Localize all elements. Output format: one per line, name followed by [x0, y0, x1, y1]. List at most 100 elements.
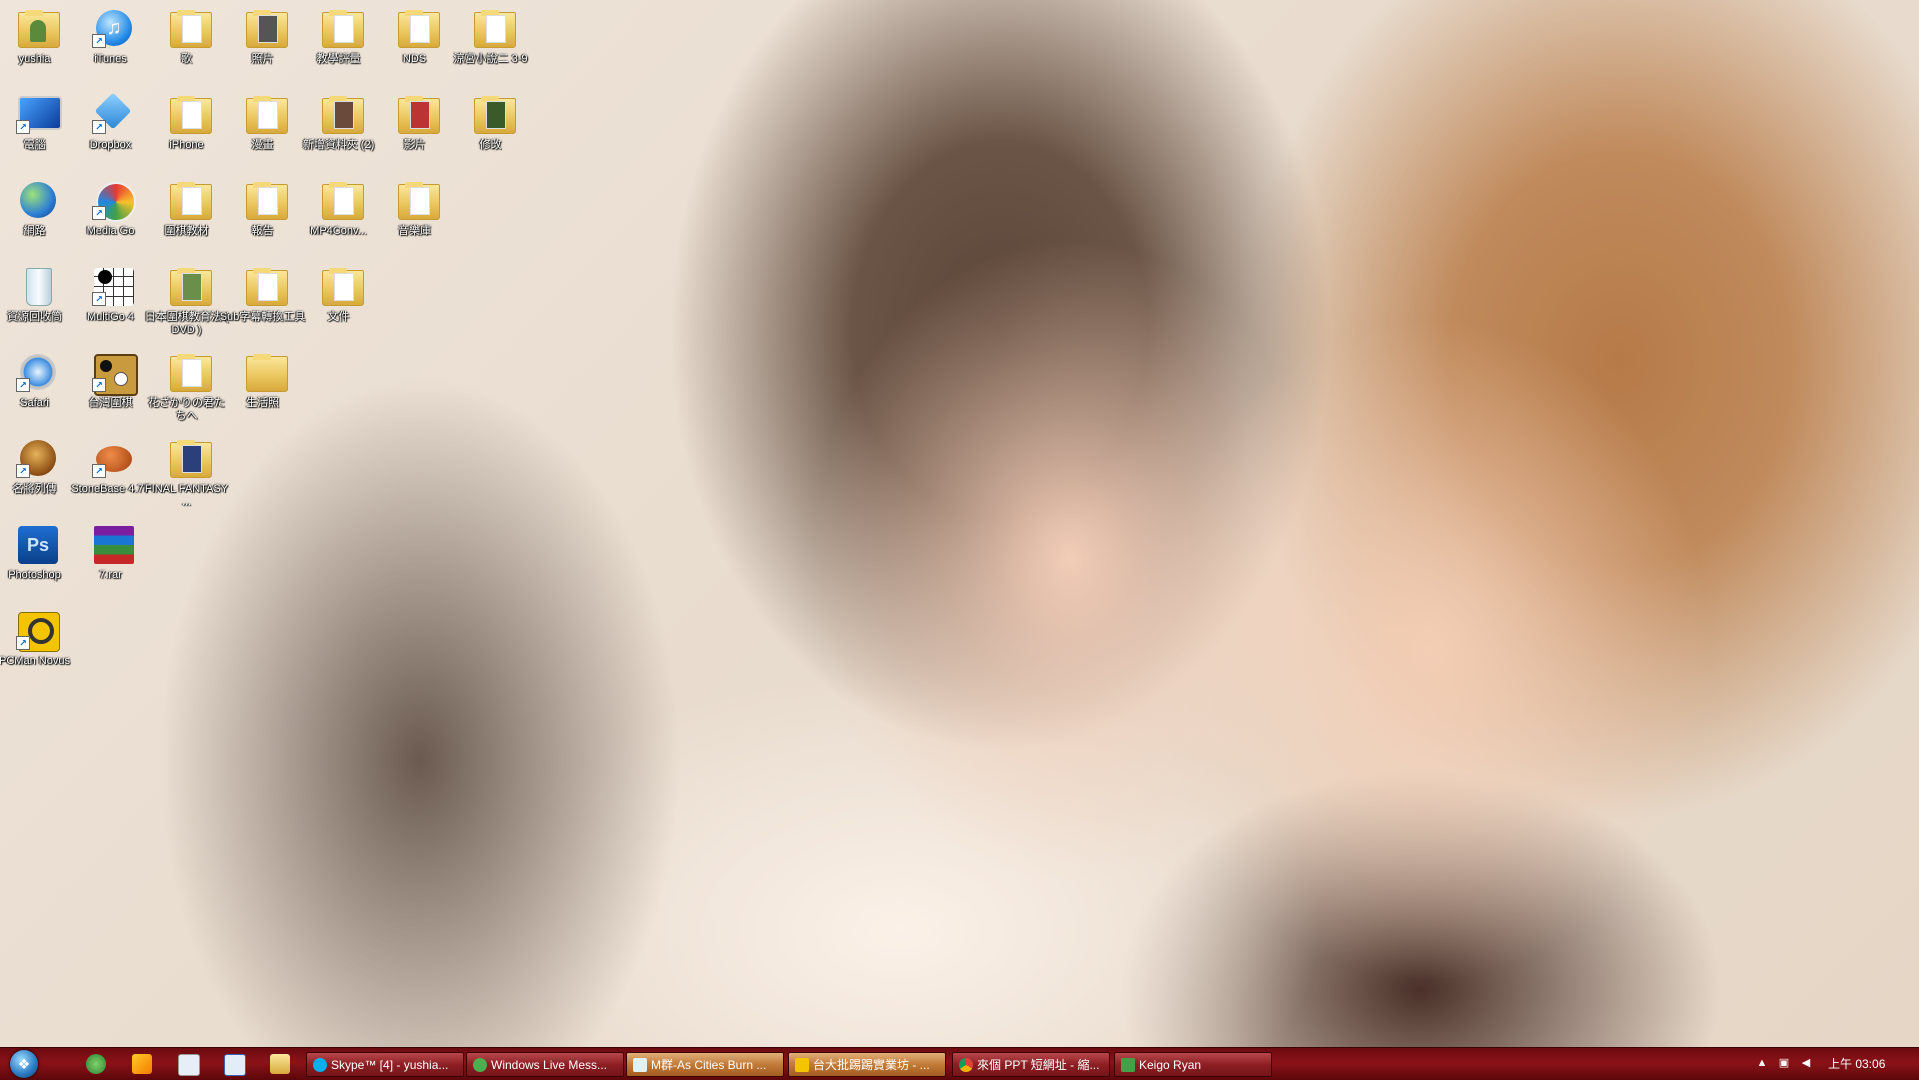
- user-folder-icon: [16, 8, 60, 48]
- desktop-icon-warrior-game[interactable]: ↗ 名將列傳: [2, 430, 74, 528]
- desktop-icon-label: 新增資料夾 (2): [302, 139, 375, 151]
- desktop-icon-folder[interactable]: 音樂庫: [382, 172, 454, 270]
- desktop-icon-media-go[interactable]: ↗ Media Go: [78, 172, 150, 270]
- desktop-icon-label: 圍棋教材: [164, 225, 209, 237]
- desktop-icon-label: Media Go: [86, 225, 135, 237]
- desktop-icon-label: 資源回收筒: [7, 311, 62, 323]
- desktop-icon-folder[interactable]: 圍棋教材: [154, 172, 226, 270]
- network-tray-icon[interactable]: ▣: [1777, 1056, 1791, 1070]
- media-go-icon: ↗: [92, 180, 136, 222]
- desktop-icon-folder[interactable]: 生活照: [230, 344, 302, 442]
- folder-icon: [320, 8, 364, 48]
- desktop-icon-label: 歌: [181, 53, 192, 65]
- taskbar-button-messenger[interactable]: Windows Live Mess...: [466, 1052, 624, 1077]
- folder-icon: [320, 94, 364, 134]
- task-label: Skype™ [4] - yushia...: [331, 1058, 449, 1072]
- taskbar-button-skype[interactable]: Skype™ [4] - yushia...: [306, 1052, 464, 1077]
- desktop-icon-photoshop[interactable]: Ps Photoshop: [2, 516, 74, 614]
- desktop-icon-recycle-bin[interactable]: 資源回收筒: [2, 258, 74, 356]
- folder-icon: [168, 94, 212, 134]
- desktop-icon-label: 漫畫: [251, 139, 274, 151]
- folder-icon: [396, 180, 440, 220]
- folder-icon: [244, 352, 288, 392]
- windows-logo-icon: ❖: [10, 1050, 38, 1078]
- desktop-icon-label: 名將列傳: [12, 483, 57, 495]
- desktop-icon-label: 音樂庫: [398, 225, 431, 237]
- folder-icon: [168, 438, 212, 478]
- desktop-icon-label: 花ざかりの君たちへ: [148, 397, 225, 422]
- desktop-icon-label: 教學評量: [316, 53, 361, 65]
- desktop-icon-label: NDS: [402, 53, 427, 65]
- task-label: Windows Live Mess...: [491, 1058, 608, 1072]
- desktop-icon-folder[interactable]: 日本圍棋教育法 ( DVD ): [145, 258, 228, 356]
- task-label: M群-As Cities Burn ...: [651, 1058, 767, 1072]
- pcman-icon: ↗: [16, 610, 60, 652]
- taskbar-clock[interactable]: 上午 03:06: [1828, 1054, 1885, 1074]
- task-label: 台大批踢踢實業坊 - ...: [813, 1058, 930, 1072]
- desktop-icon-computer[interactable]: ↗ 電腦: [2, 86, 74, 184]
- folder-icon: [168, 352, 212, 392]
- desktop-icon-dropbox[interactable]: ↗ Dropbox: [78, 86, 150, 184]
- desktop-icon-folder[interactable]: 照片: [230, 0, 302, 98]
- itunes-icon: ♫ ↗: [92, 8, 136, 48]
- desktop-icon-label: Dropbox: [89, 139, 132, 151]
- desktop-icon-folder[interactable]: 影片: [382, 86, 454, 184]
- folder-icon: [472, 8, 516, 48]
- messenger-icon: [473, 1058, 487, 1072]
- folder-icon: [168, 266, 212, 306]
- taskbar-button-chrome[interactable]: 來個 PPT 短網址 - 縮...: [952, 1052, 1110, 1077]
- dropbox-icon: ↗: [92, 92, 136, 134]
- desktop-icon-folder[interactable]: 修改: [458, 86, 530, 184]
- desktop-icon-multigo[interactable]: ↗ MultiGo 4: [78, 258, 150, 356]
- desktop-icon-folder[interactable]: 新增資料夾 (2): [303, 86, 378, 184]
- quicklaunch-messenger-icon[interactable]: [86, 1054, 106, 1074]
- desktop-icon-yushia[interactable]: yushia: [2, 0, 74, 98]
- desktop-icon-folder[interactable]: Sub字幕轉換工具: [220, 258, 305, 356]
- multigo-icon: ↗: [92, 266, 136, 306]
- desktop-icon-folder[interactable]: 涼宮小說二 3-9: [454, 0, 530, 98]
- taskbar-button-ptt[interactable]: 台大批踢踢實業坊 - ...: [788, 1052, 946, 1077]
- desktop-icon-folder[interactable]: FINAL FANTASY ...: [145, 430, 228, 528]
- desktop-icon-folder[interactable]: 文件: [306, 258, 378, 356]
- desktop-icon-label: 照片: [251, 53, 274, 65]
- desktop-icon-label: Sub字幕轉換工具: [219, 311, 306, 323]
- desktop-icon-itunes[interactable]: ♫ ↗ iTunes: [78, 0, 150, 98]
- computer-icon: ↗: [16, 94, 62, 134]
- folder-icon: [320, 266, 364, 306]
- quicklaunch-word-icon[interactable]: [224, 1054, 246, 1076]
- desktop-icon-label: MultiGo 4: [86, 311, 135, 323]
- desktop-icon-label: StoneBase 4.77: [71, 483, 150, 495]
- desktop-icon-folder[interactable]: 花ざかりの君たちへ: [148, 344, 226, 442]
- desktop-icon-label: iPhone: [169, 139, 204, 151]
- desktop-icon-label: yushia: [18, 53, 51, 65]
- desktop-icon-folder[interactable]: iPhone: [154, 86, 226, 184]
- desktop-icon-go-game[interactable]: ↗ 台灣圍棋: [78, 344, 150, 442]
- desktop-icon-folder[interactable]: 歌: [154, 0, 226, 98]
- volume-icon[interactable]: ◀: [1799, 1056, 1813, 1070]
- desktop-icon-winrar[interactable]: 7.rar: [78, 516, 150, 614]
- show-hidden-icons-chevron-icon[interactable]: ▲: [1755, 1056, 1769, 1070]
- desktop-icon-folder[interactable]: 漫畫: [230, 86, 302, 184]
- desktop-icon-label: 生活照: [246, 397, 279, 409]
- folder-icon: [244, 180, 288, 220]
- stonebase-icon: ↗: [92, 438, 136, 478]
- desktop-icon-folder[interactable]: 教學評量: [306, 0, 378, 98]
- quicklaunch-media-player-icon[interactable]: [132, 1054, 152, 1074]
- quicklaunch-notepad-icon[interactable]: [178, 1054, 200, 1076]
- taskbar-button-music[interactable]: M群-As Cities Burn ...: [626, 1052, 784, 1077]
- folder-icon: [168, 180, 212, 220]
- desktop-icon-label: 日本圍棋教育法 ( DVD ): [144, 311, 229, 336]
- desktop-icon-label: 網路: [23, 225, 46, 237]
- desktop-icon-folder[interactable]: 報告: [230, 172, 302, 270]
- desktop-icon-pcman[interactable]: ↗ PCMan Novus: [0, 602, 74, 700]
- desktop-icon-network[interactable]: 網路: [2, 172, 74, 270]
- folder-icon: [320, 180, 364, 220]
- taskbar-button-keigo-ryan[interactable]: Keigo Ryan: [1114, 1052, 1272, 1077]
- desktop-icon-folder[interactable]: NDS: [382, 0, 454, 98]
- start-button[interactable]: ❖: [4, 1050, 46, 1078]
- quicklaunch-explorer-icon[interactable]: [270, 1054, 290, 1074]
- folder-icon: [244, 266, 288, 306]
- desktop-icon-stonebase[interactable]: ↗ StoneBase 4.77: [71, 430, 150, 528]
- desktop-icon-safari[interactable]: ↗ Safari: [2, 344, 74, 442]
- desktop-icon-folder[interactable]: MP4Conv...: [306, 172, 378, 270]
